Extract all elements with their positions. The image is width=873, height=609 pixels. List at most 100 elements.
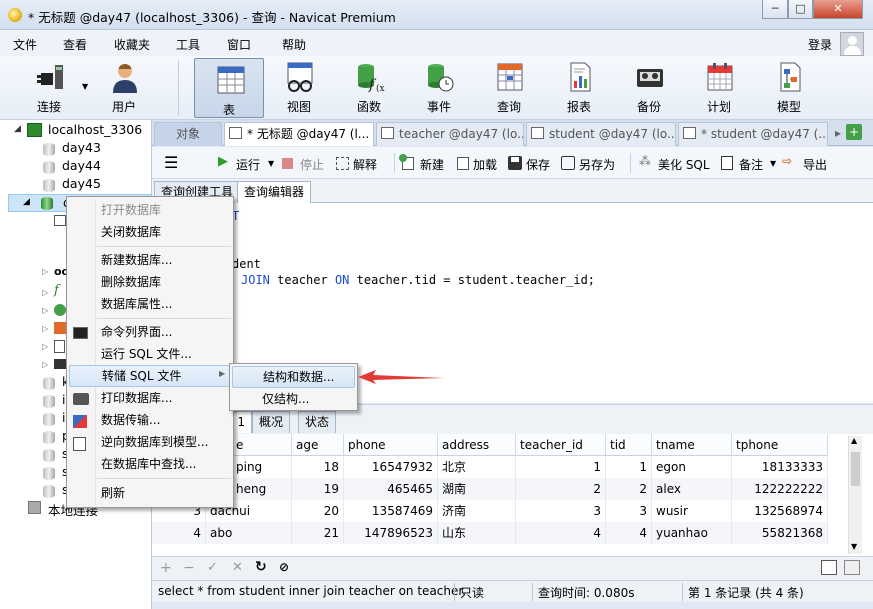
toolbar-table-button[interactable]: 表 bbox=[194, 58, 264, 118]
tab-query-untitled[interactable]: * 无标题 @day47 (l... bbox=[224, 122, 374, 146]
database-icon bbox=[43, 395, 55, 408]
tab-scroll-right-icon[interactable]: ▸ bbox=[835, 126, 841, 140]
toolbar-function-button[interactable]: f(x) 函数 bbox=[334, 56, 404, 120]
stop-button[interactable]: 停止 bbox=[300, 156, 324, 173]
login-link[interactable]: 登录 bbox=[808, 36, 832, 53]
expand-icon[interactable]: ▷ bbox=[42, 342, 48, 351]
new-button[interactable]: 新建 bbox=[420, 156, 444, 173]
table-row[interactable]: 3 dachui 20 13587469 济南 3 3 wusir 132568… bbox=[152, 500, 828, 522]
run-button[interactable]: 运行 bbox=[236, 156, 260, 173]
grid-vertical-scrollbar[interactable]: ▲ ▼ bbox=[848, 436, 862, 554]
run-dropdown-icon[interactable]: ▼ bbox=[268, 159, 274, 168]
discard-icon[interactable]: ✕ bbox=[232, 560, 243, 575]
column-header-teacher-id[interactable]: teacher_id bbox=[516, 434, 606, 456]
toolbar-schedule-button[interactable]: 计划 bbox=[684, 56, 754, 120]
menu-reverse-to-model[interactable]: 逆向数据库到模型... bbox=[69, 431, 231, 453]
menu-window[interactable]: 窗口 bbox=[227, 36, 251, 53]
tree-connection-localhost[interactable]: localhost_3306 bbox=[48, 122, 142, 137]
scroll-up-icon[interactable]: ▲ bbox=[851, 436, 857, 445]
expand-icon[interactable]: ▷ bbox=[42, 360, 48, 369]
menu-open-database[interactable]: 打开数据库 bbox=[69, 199, 231, 221]
refresh-icon[interactable]: ↻ bbox=[255, 559, 267, 575]
maximize-button[interactable]: □ bbox=[788, 0, 813, 19]
column-header-tname[interactable]: tname bbox=[652, 434, 732, 456]
tab-student[interactable]: student @day47 (lo... bbox=[526, 122, 676, 146]
status-record-count: 第 1 条记录 (共 4 条) bbox=[688, 586, 804, 600]
menu-new-database[interactable]: 新建数据库... bbox=[69, 249, 231, 271]
column-header-address[interactable]: address bbox=[438, 434, 516, 456]
toolbar-report-button[interactable]: 报表 bbox=[544, 56, 614, 120]
apply-icon[interactable]: ✓ bbox=[207, 560, 218, 575]
toolbar-model-button[interactable]: 模型 bbox=[754, 56, 824, 120]
new-tab-icon[interactable]: + bbox=[846, 124, 862, 140]
menu-view[interactable]: 查看 bbox=[63, 36, 87, 53]
connect-dropdown-icon[interactable]: ▼ bbox=[82, 82, 88, 91]
menu-find-in-database[interactable]: 在数据库中查找... bbox=[69, 453, 231, 475]
tree-db-day44[interactable]: day44 bbox=[62, 158, 101, 173]
column-header-tphone[interactable]: tphone bbox=[732, 434, 828, 456]
menu-data-transfer[interactable]: 数据传输... bbox=[69, 409, 231, 431]
menu-structure-and-data[interactable]: 结构和数据... bbox=[232, 366, 355, 388]
tab-overview[interactable]: 概况 bbox=[252, 411, 291, 433]
tab-student-design[interactable]: * student @day47 (... bbox=[678, 122, 828, 146]
toolbar-backup-button[interactable]: 备份 bbox=[614, 56, 684, 120]
toolbar-view-button[interactable]: 视图 bbox=[264, 56, 334, 120]
save-as-button[interactable]: 另存为 bbox=[579, 156, 615, 173]
expand-icon[interactable]: ▷ bbox=[42, 324, 48, 333]
collapse-toggle-icon[interactable]: ◢ bbox=[23, 197, 30, 207]
tab-objects[interactable]: 对象 bbox=[154, 122, 222, 146]
collapse-toggle-icon[interactable]: ◢ bbox=[14, 124, 21, 134]
menu-refresh[interactable]: 刷新 bbox=[69, 482, 231, 504]
menu-database-properties[interactable]: 数据库属性... bbox=[69, 293, 231, 315]
table-row[interactable]: heng 19 465465 湖南 2 2 alex 122222222 bbox=[152, 478, 828, 500]
menu-tools[interactable]: 工具 bbox=[176, 36, 200, 53]
close-button[interactable]: ✕ bbox=[813, 0, 863, 19]
stop-refresh-icon[interactable]: ⊘ bbox=[279, 560, 289, 574]
load-button[interactable]: 加载 bbox=[473, 156, 497, 173]
grid-view-icon[interactable] bbox=[821, 560, 837, 575]
tab-teacher[interactable]: teacher @day47 (lo... bbox=[376, 122, 524, 146]
menu-delete-database[interactable]: 删除数据库 bbox=[69, 271, 231, 293]
menu-file[interactable]: 文件 bbox=[13, 36, 37, 53]
table-row[interactable]: ping 18 16547932 北京 1 1 egon 18133333 bbox=[152, 456, 828, 478]
minimize-button[interactable]: ─ bbox=[762, 0, 788, 19]
toolbar-connect-button[interactable]: 连接 bbox=[14, 56, 84, 120]
menu-help[interactable]: 帮助 bbox=[282, 36, 306, 53]
scroll-thumb[interactable] bbox=[851, 452, 860, 486]
menu-dump-sql-file[interactable]: 转储 SQL 文件 bbox=[69, 365, 231, 387]
menu-command-line[interactable]: 命令列界面... bbox=[69, 321, 231, 343]
comment-button[interactable]: 备注 bbox=[739, 156, 763, 173]
column-header-phone[interactable]: phone bbox=[344, 434, 438, 456]
menu-favorites[interactable]: 收藏夹 bbox=[114, 36, 150, 53]
expand-icon[interactable]: ▷ bbox=[42, 267, 48, 276]
delete-record-icon[interactable]: − bbox=[183, 560, 195, 576]
add-record-icon[interactable]: + bbox=[160, 560, 172, 576]
column-header-age[interactable]: age bbox=[292, 434, 344, 456]
form-view-icon[interactable] bbox=[844, 560, 860, 575]
tab-query-editor[interactable]: 查询编辑器 bbox=[237, 181, 312, 203]
tree-db-day45[interactable]: day45 bbox=[62, 176, 101, 191]
comment-dropdown-icon[interactable]: ▼ bbox=[770, 159, 776, 168]
table-row[interactable]: 4 abo 21 147896523 山东 4 4 yuanhao 558213… bbox=[152, 522, 828, 544]
beautify-sql-button[interactable]: 美化 SQL bbox=[658, 156, 710, 173]
toolbar-event-button[interactable]: 事件 bbox=[404, 56, 474, 120]
hamburger-menu-icon[interactable]: ☰ bbox=[164, 153, 178, 172]
column-header-name[interactable]: e bbox=[232, 434, 292, 456]
save-button[interactable]: 保存 bbox=[526, 156, 550, 173]
expand-icon[interactable]: ▷ bbox=[42, 306, 48, 315]
scroll-down-icon[interactable]: ▼ bbox=[851, 542, 857, 551]
column-header-tid[interactable]: tid bbox=[606, 434, 652, 456]
tree-db-day43[interactable]: day43 bbox=[62, 140, 101, 155]
export-button[interactable]: 导出 bbox=[803, 156, 827, 173]
explain-button[interactable]: 解释 bbox=[353, 156, 377, 173]
tab-status[interactable]: 状态 bbox=[298, 411, 337, 433]
expand-icon[interactable]: ▷ bbox=[42, 288, 48, 297]
toolbar-user-button[interactable]: 用户 bbox=[89, 56, 159, 120]
toolbar-query-button[interactable]: 查询 bbox=[474, 56, 544, 120]
save-icon bbox=[508, 156, 522, 170]
avatar-icon[interactable] bbox=[840, 32, 864, 56]
menu-structure-only[interactable]: 仅结构... bbox=[232, 388, 355, 410]
menu-print-database[interactable]: 打印数据库... bbox=[69, 387, 231, 409]
menu-run-sql-file[interactable]: 运行 SQL 文件... bbox=[69, 343, 231, 365]
menu-close-database[interactable]: 关闭数据库 bbox=[69, 221, 231, 243]
